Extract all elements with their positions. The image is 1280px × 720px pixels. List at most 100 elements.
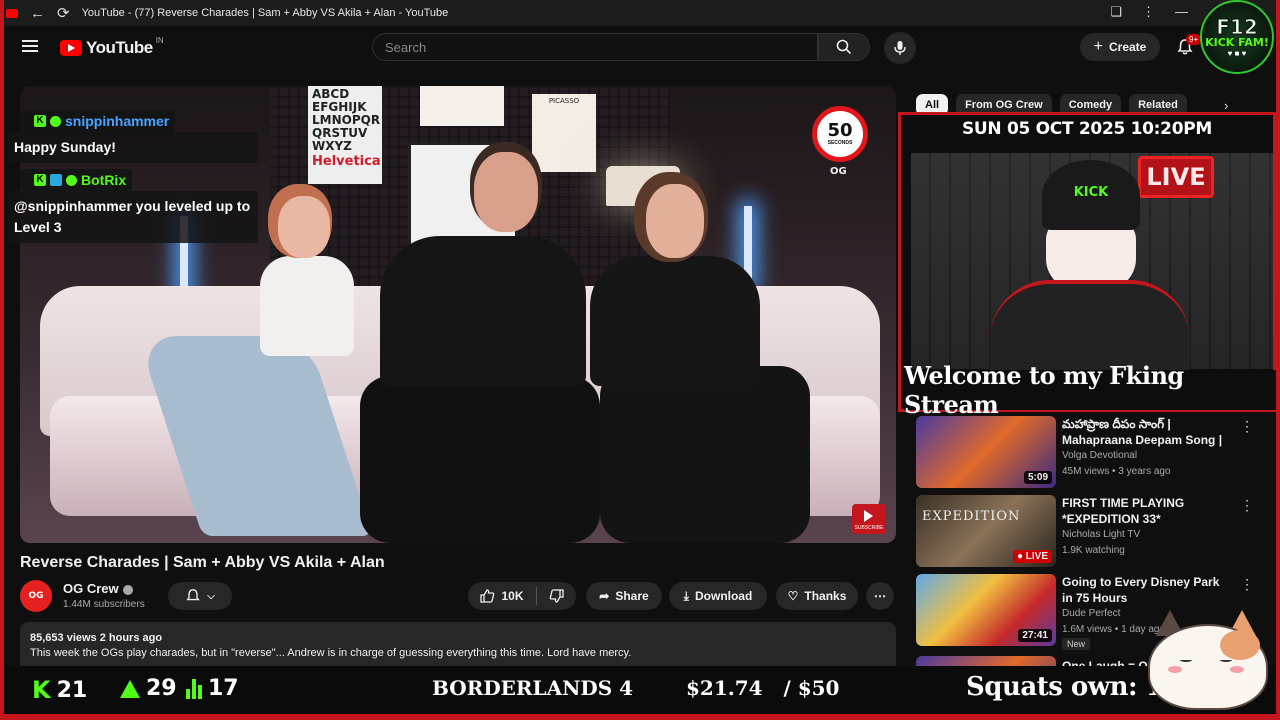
chips-next-icon[interactable]: › [1224, 98, 1228, 113]
more-icon: ⋯ [874, 589, 886, 603]
view-stats: 85,653 views 2 hours ago [30, 632, 163, 644]
duration-badge: 27:41 [1018, 629, 1052, 642]
back-arrow-icon[interactable]: ← [30, 5, 45, 22]
recommendation-title[interactable]: మహాప్రాణ దీపం సాంగ్ | Mahapraana Deepam … [1062, 416, 1232, 448]
og-watermark: OG [830, 166, 847, 177]
person-center-head [474, 152, 538, 232]
download-button[interactable]: ⤓ Download [669, 582, 767, 610]
browser-menu-icon[interactable]: ⋮ [1142, 4, 1155, 20]
bell-icon [186, 589, 200, 601]
person-center-legs [360, 376, 600, 543]
donation-goal: $21.74 / $50 [686, 676, 840, 700]
browser-titlebar: ← ⟳ YouTube - (77) Reverse Charades | Sa… [0, 0, 1280, 26]
recommendation-channel[interactable]: Volga Devotional [1062, 450, 1137, 461]
vtuber-body [990, 280, 1190, 370]
thumbs-up-icon [480, 589, 495, 603]
create-label: Create [1108, 40, 1147, 54]
microphone-icon [894, 41, 906, 55]
person-right [590, 256, 760, 386]
countdown-timer: 50 SECONDS [812, 106, 868, 162]
recommendation-channel[interactable]: Nicholas Light TV [1062, 529, 1140, 540]
bot-badge-icon [50, 174, 62, 186]
like-count: 10K [501, 589, 524, 603]
kick-logo-icon: K [32, 676, 51, 704]
stream-stats-bar: K 21 29 17 BORDERLANDS 4 $21.74 / $50 Sq… [0, 666, 1280, 714]
picasso-poster: PICASSO [532, 94, 596, 172]
create-button[interactable]: + Create [1080, 33, 1160, 61]
hearts-icon: ♥ ■ ♥ [1227, 48, 1247, 58]
country-code: IN [155, 35, 164, 45]
person-right-legs [600, 366, 810, 543]
person-left-head [278, 196, 330, 258]
recommendation-title[interactable]: FIRST TIME PLAYING *EXPEDITION 33* [1062, 495, 1232, 527]
recommendation-meta: 1.9K watching [1062, 545, 1125, 556]
like-button[interactable]: 10K [479, 588, 524, 604]
reload-icon[interactable]: ⟳ [57, 4, 70, 22]
recommendation-meta: 45M views • 3 years ago [1062, 466, 1171, 477]
more-actions-button[interactable]: ⋯ [866, 582, 894, 610]
youtube-logo[interactable]: YouTube IN [60, 35, 164, 58]
recommendation-title[interactable]: Going to Every Disney Park in 75 Hours [1062, 574, 1232, 606]
live-sign: LIVE [1138, 156, 1214, 198]
video-thumbnail[interactable]: EXPEDITION ● LIVE [916, 495, 1056, 567]
description-box[interactable]: 85,653 views 2 hours ago This week the O… [20, 622, 896, 672]
plus-icon: + [1093, 38, 1103, 55]
person-icon [120, 679, 140, 698]
voice-search-button[interactable] [884, 32, 916, 64]
channel-avatar[interactable]: OG [20, 580, 52, 612]
chat-username: K snippinhammer [20, 110, 176, 132]
account-avatar[interactable]: F12 KICK FAM! ♥ ■ ♥ [1200, 0, 1274, 74]
bar-chart-icon [186, 678, 202, 699]
subscription-bell-button[interactable]: ⌵ [168, 582, 232, 610]
search-icon [836, 39, 852, 55]
thumbs-down-icon[interactable] [549, 588, 565, 604]
subscriber-count: 1.44M subscribers [63, 599, 145, 610]
vtuber-hat: KICK [1042, 160, 1140, 230]
thanks-icon: ♡ [787, 589, 799, 603]
description-text: This week the OGs play charades, but in … [30, 647, 632, 659]
youtube-tab-icon [6, 8, 18, 18]
avatar-title: F12 [1216, 14, 1258, 39]
hamburger-menu-icon[interactable] [22, 40, 38, 52]
chat-message: Happy Sunday! [8, 132, 258, 163]
search-button[interactable] [818, 33, 870, 61]
recommendation-channel[interactable]: Dude Perfect [1062, 608, 1120, 619]
verified-badge-icon [66, 174, 77, 186]
search-placeholder: Search [385, 39, 427, 55]
youtube-play-icon [60, 40, 82, 56]
verified-check-icon [122, 584, 133, 595]
welcome-banner: Welcome to my Fking Stream [904, 361, 1276, 419]
person-center [380, 236, 586, 386]
download-icon: ⤓ [683, 588, 689, 603]
channel-name[interactable]: OG Crew [63, 581, 133, 596]
video-title: Reverse Charades | Sam + Abby VS Akila +… [20, 554, 385, 571]
stream-datetime: SUN 05 OCT 2025 10:20PM [961, 119, 1213, 139]
kebab-menu-icon[interactable]: ⋮ [1240, 497, 1254, 514]
chat-message: @snippinhammer you leveled up to Level 3 [8, 191, 258, 243]
notification-badge: 9+ [1186, 34, 1202, 45]
search-input[interactable]: Search [372, 33, 818, 61]
tab-title: YouTube - (77) Reverse Charades | Sam + … [81, 7, 449, 19]
duration-badge: 5:09 [1023, 471, 1052, 484]
recommendation-item[interactable]: 5:09 మహాప్రాణ దీపం సాంగ్ | Mahapraana De… [916, 416, 1256, 492]
viewers-stat: 17 [186, 676, 239, 701]
cat-mascot [1140, 604, 1270, 714]
verified-badge-icon [50, 115, 61, 127]
alphabet-poster: ABCD EFGHIJK LMNOPQR QRSTUV WXYZ Helveti… [308, 86, 382, 184]
kick-badge-icon: K [34, 174, 46, 186]
subscribe-watermark[interactable]: SUBSCRIBE [852, 504, 886, 534]
chat-overlay: K snippinhammer Happy Sunday! K BotRix @… [8, 110, 258, 249]
kebab-menu-icon[interactable]: ⋮ [1240, 418, 1254, 435]
current-game: BORDERLANDS 4 [432, 676, 634, 700]
youtube-header: YouTube IN Search + Create 9+ [0, 26, 1280, 70]
kebab-menu-icon[interactable]: ⋮ [1240, 576, 1254, 593]
extensions-icon[interactable]: ❏ [1110, 4, 1122, 20]
recommendation-item[interactable]: EXPEDITION ● LIVE FIRST TIME PLAYING *EX… [916, 495, 1256, 571]
video-thumbnail[interactable]: 5:09 [916, 416, 1056, 488]
share-button[interactable]: ➦ Share [586, 582, 662, 610]
thanks-button[interactable]: ♡ Thanks [776, 582, 858, 610]
minimize-icon[interactable]: — [1175, 4, 1188, 20]
chat-username: K BotRix [20, 169, 133, 191]
stream-frame-bottom [0, 714, 1280, 720]
video-thumbnail[interactable]: 27:41 [916, 574, 1056, 646]
